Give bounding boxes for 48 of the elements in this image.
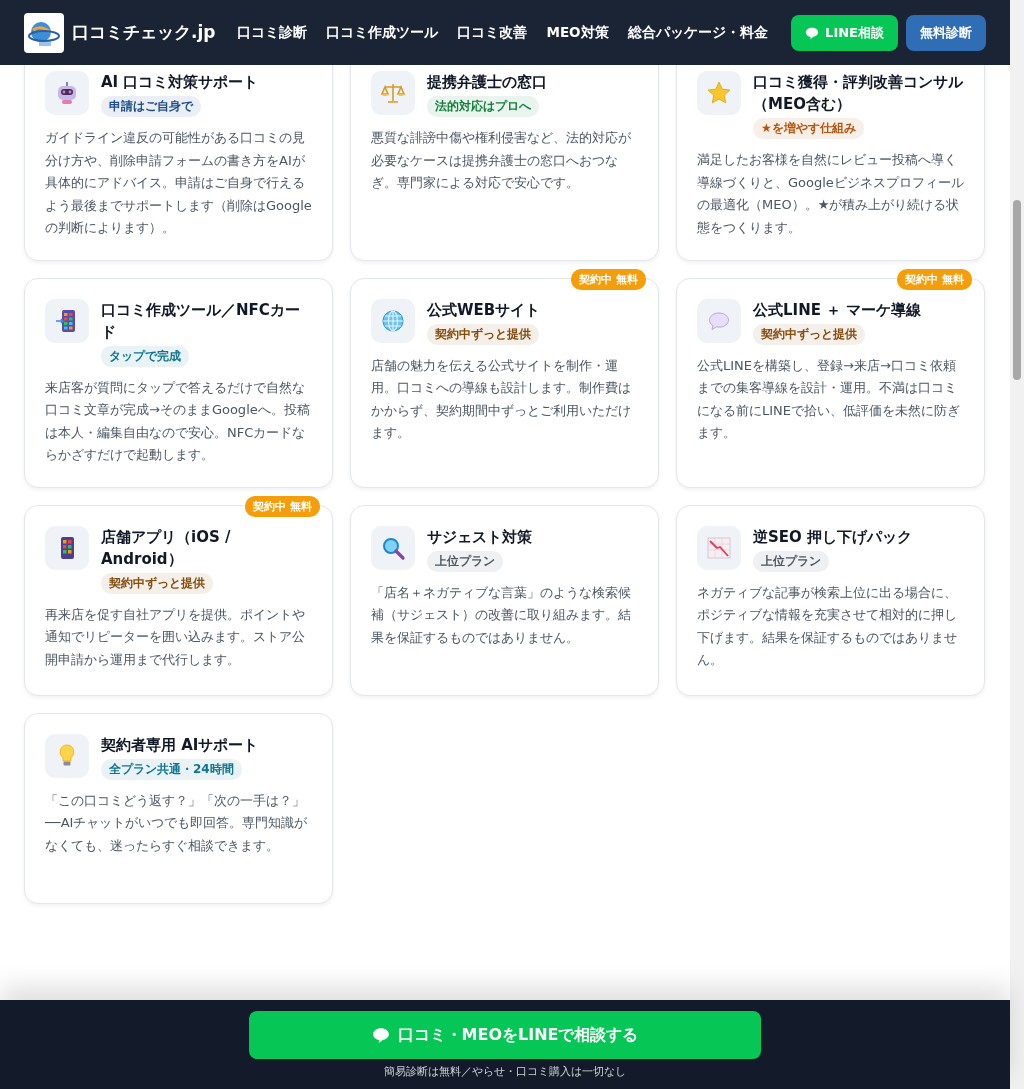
- service-description: 「店名＋ネガティブな言葉」のような検索候補（サジェスト）の改善に取り組みます。結果を保証するものではありません。: [371, 583, 632, 647]
- site-logo[interactable]: [24, 12, 64, 53]
- service-tag: 上位プラン: [427, 550, 503, 572]
- free-badge: 契約中 無料: [245, 495, 320, 517]
- service-title: 公式WEBサイト: [427, 299, 541, 321]
- nav-link[interactable]: 口コミ作成ツール: [326, 23, 439, 42]
- service-tag: 契約中ずっと提供: [427, 323, 539, 345]
- free-badge: 契約中 無料: [571, 268, 646, 290]
- service-description: ネガティブな記事が検索上位に出る場合に、ポジティブな情報を充実させて相対的に押し下げます。結果を保証するものではありません。: [697, 583, 958, 669]
- service-description: ガイドライン違反の可能性がある口コミの見分け方や、削除申請フォームの書き方をAIが具体的にアドバイス。申請はご自身で行えるよう最後までサポートします（削除はGoogleの判断によります）。: [45, 129, 312, 237]
- service-description: 悪質な誹謗中傷や権利侵害など、法的対応が必要なケースは提携弁護士の窓口へおつなぎ。専門家による対応で安心です。: [371, 129, 632, 192]
- service-tag: 全プラン共通・24時間: [101, 758, 242, 780]
- star-icon: [706, 80, 732, 106]
- chat-bubble-icon: [371, 1026, 390, 1044]
- service-description: 店舗の魅力を伝える公式サイトを制作・運用。口コミへの導線も設計します。制作費はかからず、契約期間中ずっとご利用いただけます。: [371, 356, 632, 442]
- service-tag: 上位プラン: [753, 550, 829, 572]
- service-description: 再来店を促す自社アプリを提供。ポイントや通知でリピーターを囲い込みます。ストア公開申請から運用まで代行します。: [45, 605, 306, 669]
- service-description: 満足したお客様を自然にレビュー投稿へ導く導線づくりと、Googleビジネスプロフィールの最適化（MEO）。★が積み上がり続ける状態をつくります。: [697, 151, 964, 237]
- nav-link[interactable]: 口コミ診断: [237, 23, 308, 42]
- scrollbar-thumb[interactable]: [1013, 200, 1021, 380]
- nav-link[interactable]: MEO対策: [546, 23, 609, 42]
- nav-link[interactable]: 口コミ改善: [457, 23, 528, 42]
- service-title: 契約者専用 AIサポート: [101, 734, 259, 756]
- free-diagnosis-button[interactable]: 無料診断: [906, 14, 986, 51]
- service-title: サジェスト対策: [427, 526, 532, 548]
- falling-chart-icon: [706, 534, 732, 561]
- service-title: 提携弁護士の窓口: [427, 72, 547, 93]
- nav-link[interactable]: 総合パッケージ・料金: [627, 23, 768, 42]
- service-title: 口コミ獲得・評判改善コンサル（MEO含む）: [753, 72, 964, 115]
- service-description: 「この口コミどう返す？」「次の一手は？」──AIチャットがいつでも即回答。専門知識がなくても、迷ったらすぐ相談できます。: [45, 791, 309, 855]
- service-title: 公式LINE ＋ マーケ導線: [753, 299, 922, 321]
- service-tag: 申請はご自身で: [101, 96, 201, 117]
- service-tag: タップで完成: [101, 345, 189, 367]
- service-tag: 契約中ずっと提供: [101, 572, 213, 594]
- free-badge: 契約中 無料: [897, 268, 972, 290]
- globe-icon: [380, 307, 406, 334]
- service-tag: ★を増やす仕組み: [753, 118, 864, 139]
- service-tag: 契約中ずっと提供: [753, 323, 865, 345]
- service-title: 口コミ作成ツール／NFCカード: [101, 299, 301, 343]
- chat-bubble-icon: [805, 25, 820, 40]
- service-title: 逆SEO 押し下げパック: [753, 526, 913, 548]
- cta-note: 簡易診断は無料／やらせ・口コミ購入は一切なし: [384, 1064, 626, 1079]
- service-tag: 法的対応はプロへ: [427, 96, 539, 117]
- service-description: 公式LINEを構築し、登録→来店→口コミ依頼までの集客導線を設計・運用。不満は口コミになる前にLINEで拾い、低評価を未然に防ぎます。: [697, 356, 961, 442]
- service-title: 店舗アプリ（iOS / Android）: [101, 526, 232, 570]
- service-description: 来店客が質問にタップで答えるだけで自然な口コミ文章が完成→そのままGoogleへ。投稿は本人・編集自由なので安心。NFCカードならかざすだけで起動します。: [45, 378, 311, 464]
- site-name[interactable]: 口コミチェック.jp: [72, 21, 216, 44]
- service-title: AI 口コミ対策サポート: [101, 72, 259, 93]
